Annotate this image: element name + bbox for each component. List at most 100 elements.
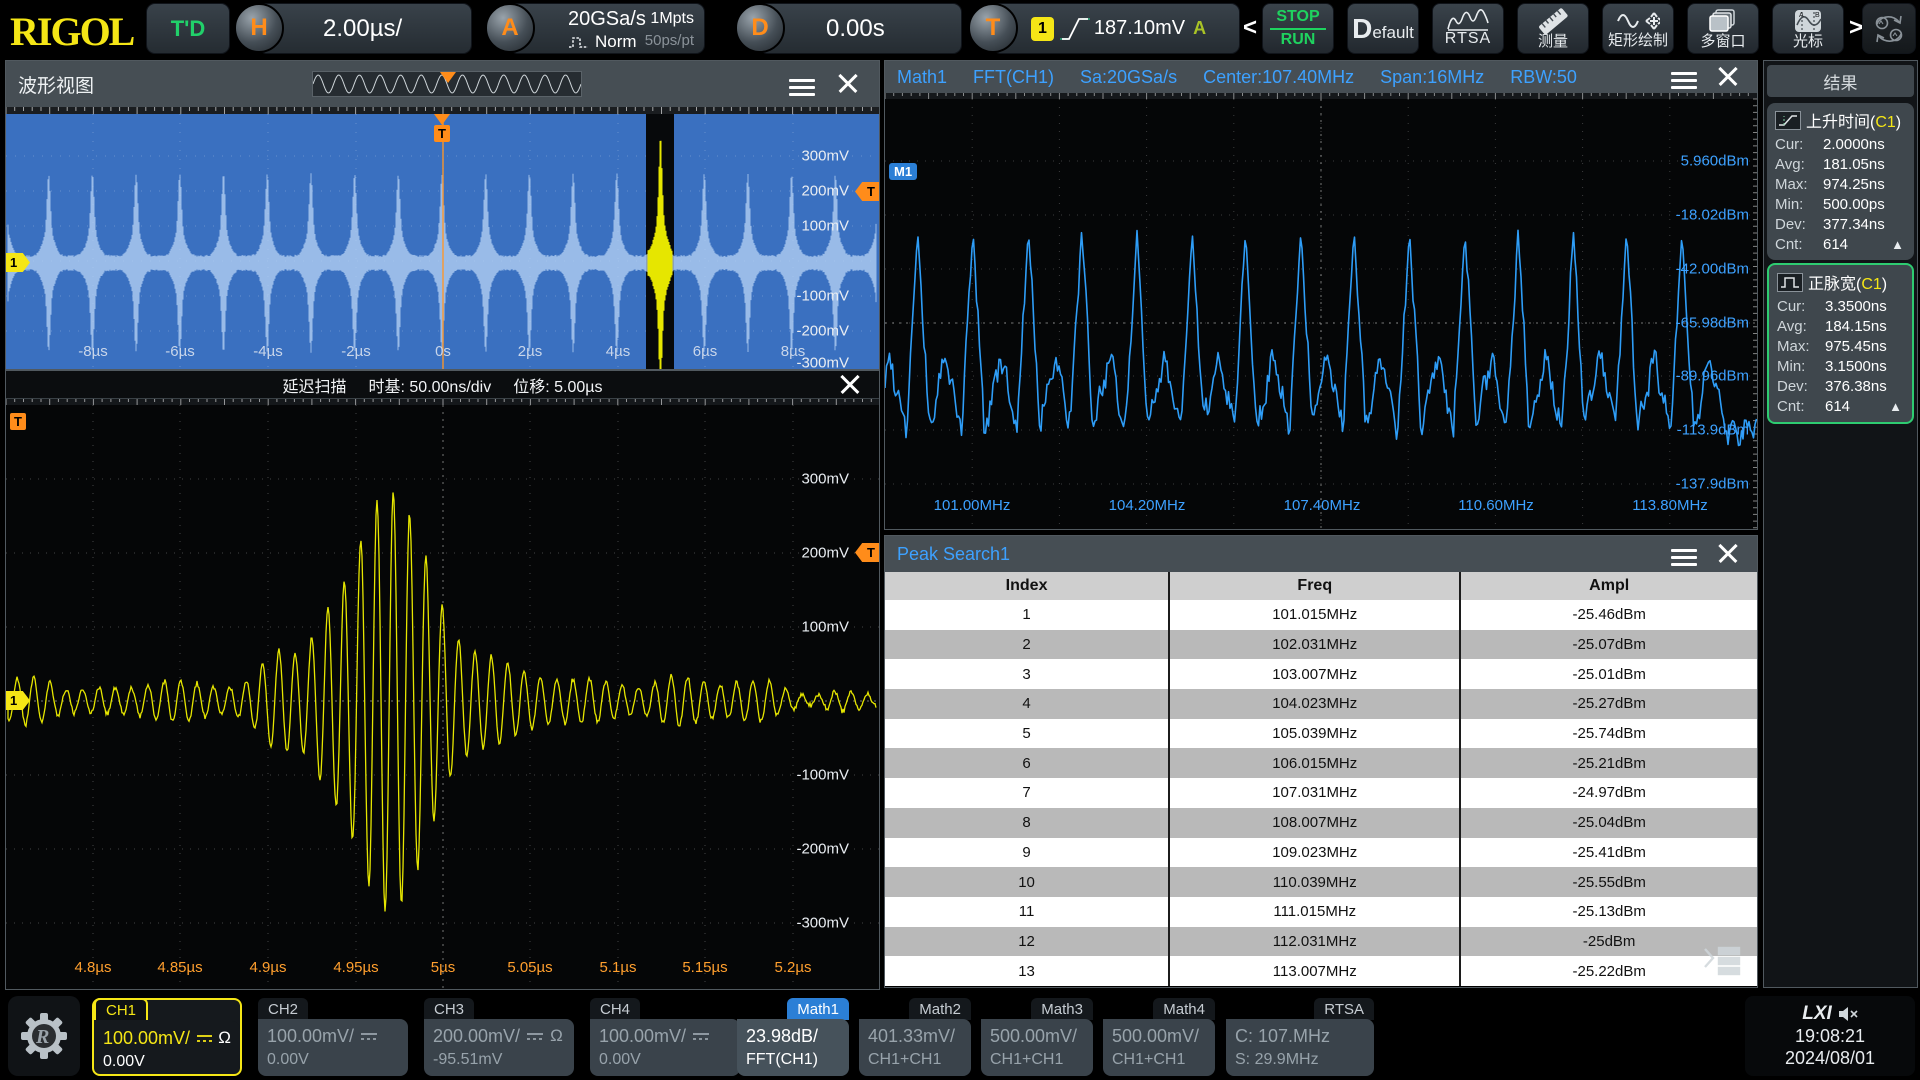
results-title: 结果 [1767,65,1914,97]
stop-run-button[interactable]: STOP RUN [1262,3,1334,54]
trigger-sweep-auto: A [1193,18,1206,39]
math-tile-math2[interactable]: Math2401.33mV/CH1+CH1 [859,998,971,1076]
delay-time-label: 5.2µs [775,959,812,976]
trigger-knob[interactable]: T [968,3,1018,53]
pulse-width-icon [1777,273,1803,292]
math1-badge[interactable]: M1 [889,163,917,180]
peak-table-row[interactable]: 3103.007MHz-25.01dBm [885,659,1757,689]
peak-table-row[interactable]: 2102.031MHz-25.07dBm [885,630,1757,660]
peak-table-row[interactable]: 11111.015MHz-25.13dBm [885,897,1757,927]
trigger-tile[interactable]: 1 187.10mV A [992,3,1240,54]
peak-table-row[interactable]: 7107.031MHz-24.97dBm [885,778,1757,808]
channel-tile-ch1-tab: CH1 [94,998,148,1020]
peak-close-icon[interactable] [1717,543,1739,565]
peak-table-cell: -25.01dBm [1461,659,1757,689]
system-menu-tile[interactable]: R [8,996,80,1076]
clock-time: 19:08:21 [1795,1025,1865,1048]
preview-trigger-marker[interactable] [440,72,456,83]
peak-table-cell: 3 [885,659,1170,689]
peak-table-row[interactable]: 13113.007MHz-25.22dBm [885,956,1757,986]
waveform-menu-icon[interactable] [789,75,815,93]
math-tile-math4-tab: Math4 [1153,998,1215,1020]
waveform-plot[interactable]: T 1 T 300mV200mV100mV-100mV-200mV-300mV … [6,107,879,369]
delay-sweep-plot[interactable]: T 1 T 300mV200mV100mV-100mV-200mV-300mV … [6,399,879,989]
delay-tile[interactable]: 0.00s [759,3,962,54]
peak-table-cell: 102.031MHz [1170,630,1461,660]
fft-menu-icon[interactable] [1671,68,1697,86]
run-label: RUN [1281,32,1316,49]
peak-table-row[interactable]: 12112.031MHz-25dBm [885,927,1757,957]
loop-display-button[interactable] [1862,3,1916,54]
cursor-label: 光标 [1793,34,1823,50]
timebase-preview-strip[interactable] [312,71,582,97]
channel-tile-ch4-tab: CH4 [590,998,640,1020]
peak-table-row[interactable]: 1101.015MHz-25.46dBm [885,600,1757,630]
collapse-triangle-icon[interactable]: ▲ [1889,399,1902,414]
fft-freq-label: 110.60MHz [1458,497,1534,514]
trigger-status-tile[interactable]: T'D [146,3,230,54]
fft-header-readouts: Math1FFT(CH1)Sa:20GSa/sCenter:107.40MHzS… [897,67,1577,88]
delay-timebase: 时基: 50.00ns/div [369,373,492,397]
horizontal-knob[interactable]: H [234,3,284,53]
delay-trigger-tag[interactable]: T [10,413,26,430]
channel-tile-ch4[interactable]: CH4100.00mV/0.00V [590,998,740,1076]
peak-table-cell: -25.21dBm [1461,748,1757,778]
math-tile-math3[interactable]: Math3500.00mV/CH1+CH1 [981,998,1093,1076]
default-button[interactable]: Default [1347,3,1419,54]
delay-close-icon[interactable] [839,374,861,396]
trigger-knob-letter: T [986,14,1001,42]
waveform-time-label: 4µs [606,343,631,360]
multi-window-label: 多窗口 [1700,34,1745,50]
peak-table-cell: 6 [885,748,1170,778]
peak-table-row[interactable]: 6106.015MHz-25.21dBm [885,748,1757,778]
waveform-close-icon[interactable] [837,73,859,95]
rtsa-tile[interactable]: RTSAC: 107.MHzS: 29.9MHz [1226,998,1374,1076]
result-row: Cnt:614▲ [1775,234,1906,254]
collapse-left-icon[interactable]: < [1243,14,1257,42]
timebase-value: 2.00µs/ [323,15,402,43]
rtsa-button[interactable]: RTSA [1432,3,1504,54]
delay-knob[interactable]: D [735,3,785,53]
rtsa-label: RTSA [1445,31,1491,48]
peak-table-row[interactable]: 4104.023MHz-25.27dBm [885,689,1757,719]
delay-time-label: 5.15µs [682,959,727,976]
result-card-rise-time[interactable]: 上升时间(C1)Cur:2.0000nsAvg:181.05nsMax:974.… [1767,103,1914,260]
peak-menu-icon[interactable] [1671,545,1697,563]
fft-db-label: -89.96dBm [1676,368,1749,385]
waveform-time-label: 2µs [518,343,543,360]
rect-draw-label: 矩形绘制 [1608,33,1668,49]
trigger-position-marker[interactable] [434,114,450,125]
math-tile-math3-tab: Math3 [1031,998,1093,1020]
cursor-button[interactable]: A B 光标 [1772,3,1844,54]
peak-table-row[interactable]: 8108.007MHz-25.04dBm [885,808,1757,838]
collapse-triangle-icon[interactable]: ▲ [1891,237,1904,252]
fft-db-label: -113.9dBm [1677,422,1749,439]
peak-table-cell: -25.27dBm [1461,689,1757,719]
peak-table-row[interactable]: 9109.023MHz-25.41dBm [885,838,1757,868]
trigger-position-tag[interactable]: T [434,125,450,142]
measure-button[interactable]: 测量 [1517,3,1589,54]
channel-tile-ch2[interactable]: CH2100.00mV/0.00V [258,998,408,1076]
peak-table-more-icon[interactable] [1701,945,1743,979]
math-tile-math1[interactable]: Math123.98dB/FFT(CH1) [737,998,849,1076]
horizontal-tile[interactable]: 2.00µs/ [258,3,472,54]
channel-tile-ch3[interactable]: CH3200.00mV/Ω-95.51mV [424,998,574,1076]
fft-db-label: 5.960dBm [1681,153,1749,170]
peak-table-cell: -25.46dBm [1461,600,1757,630]
expand-right-icon[interactable]: > [1849,14,1863,42]
channel-tile-ch1[interactable]: CH1100.00mV/Ω0.00V [92,998,242,1076]
math-tile-math4[interactable]: Math4500.00mV/CH1+CH1 [1103,998,1215,1076]
delay-time-label: 5.1µs [600,959,637,976]
clock-tile[interactable]: LXI 19:08:21 2024/08/01 [1745,996,1915,1076]
acquire-knob[interactable]: A [485,3,535,53]
result-card-pulse-width[interactable]: 正脉宽(C1)Cur:3.3500nsAvg:184.15nsMax:975.4… [1767,263,1914,424]
waveform-view-title: 波形视图 [18,71,94,98]
multi-window-button[interactable]: 多窗口 [1687,3,1759,54]
channel-tile-ch2-tab: CH2 [258,998,308,1020]
peak-table-row[interactable]: 5105.039MHz-25.74dBm [885,719,1757,749]
peak-table-row[interactable]: 10110.039MHz-25.55dBm [885,867,1757,897]
fft-plot[interactable]: M1 5.960dBm-18.02dBm-42.00dBm-65.98dBm-8… [885,93,1757,529]
rect-draw-button[interactable]: 矩形绘制 [1602,3,1674,54]
acquire-tile[interactable]: 20GSa/s Norm 1Mpts 50ps/pt [509,3,705,54]
fft-close-icon[interactable] [1717,66,1739,88]
